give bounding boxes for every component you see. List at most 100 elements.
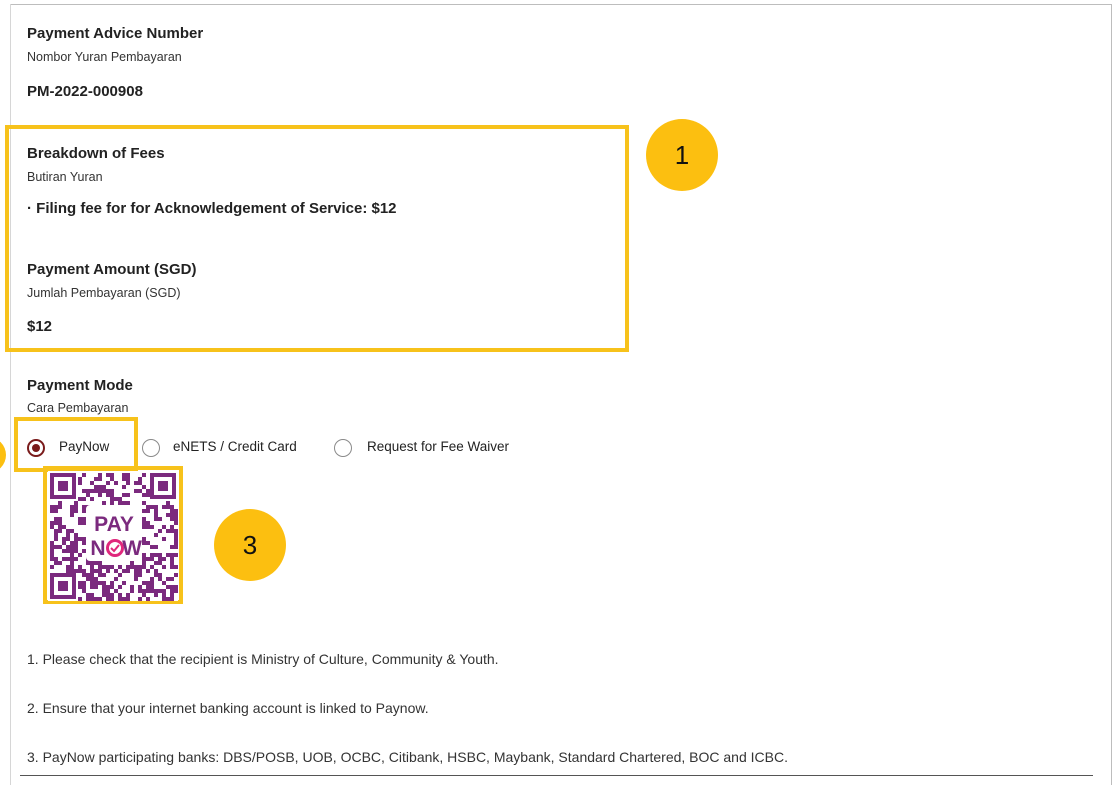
note-1: 1. Please check that the recipient is Mi… bbox=[27, 651, 499, 667]
qr-module bbox=[142, 521, 146, 525]
qr-module bbox=[106, 489, 110, 493]
qr-module bbox=[174, 513, 178, 517]
qr-module bbox=[82, 521, 86, 525]
qr-module bbox=[78, 581, 82, 585]
qr-module bbox=[170, 509, 174, 513]
qr-module bbox=[154, 593, 158, 597]
qr-module bbox=[138, 585, 142, 589]
qr-module bbox=[162, 505, 166, 509]
qr-module bbox=[154, 517, 158, 521]
qr-module bbox=[142, 589, 146, 593]
qr-module bbox=[98, 597, 102, 601]
radio-fee-waiver[interactable] bbox=[334, 439, 352, 457]
payment-amount-value: $12 bbox=[27, 318, 53, 335]
qr-module bbox=[82, 473, 86, 477]
qr-module bbox=[142, 581, 146, 585]
qr-module bbox=[94, 585, 98, 589]
radio-paynow[interactable] bbox=[27, 439, 45, 457]
panel-left-border bbox=[10, 4, 11, 785]
qr-module bbox=[82, 509, 86, 513]
qr-module bbox=[114, 589, 118, 593]
qr-module bbox=[114, 497, 118, 501]
qr-module bbox=[110, 477, 114, 481]
option-fee-waiver-label: Request for Fee Waiver bbox=[367, 439, 510, 454]
qr-module bbox=[142, 473, 146, 477]
qr-module bbox=[174, 565, 178, 569]
qr-module bbox=[174, 545, 178, 549]
qr-module bbox=[170, 529, 174, 533]
qr-module bbox=[154, 505, 158, 509]
note-3: 3. PayNow participating banks: DBS/POSB,… bbox=[27, 749, 788, 765]
qr-module bbox=[134, 489, 138, 493]
qr-module bbox=[118, 501, 122, 505]
qr-module bbox=[146, 489, 150, 493]
qr-module bbox=[54, 533, 58, 537]
qr-module bbox=[102, 573, 106, 577]
qr-module bbox=[150, 553, 154, 557]
qr-module bbox=[146, 585, 150, 589]
qr-module bbox=[146, 525, 150, 529]
qr-module bbox=[138, 569, 142, 573]
qr-module bbox=[158, 553, 162, 557]
qr-module bbox=[150, 565, 154, 569]
qr-module bbox=[170, 557, 174, 561]
qr-module bbox=[50, 541, 54, 545]
qr-module bbox=[126, 481, 130, 485]
qr-module bbox=[74, 533, 78, 537]
payment-mode-label: Payment Mode bbox=[27, 377, 133, 394]
payment-mode-sublabel: Cara Pembayaran bbox=[27, 401, 129, 415]
qr-module bbox=[98, 573, 102, 577]
qr-module bbox=[142, 509, 146, 513]
qr-module bbox=[118, 597, 122, 601]
qr-module bbox=[162, 557, 166, 561]
qr-module bbox=[146, 557, 150, 561]
qr-module bbox=[110, 497, 114, 501]
qr-module bbox=[142, 561, 146, 565]
qr-module bbox=[54, 557, 58, 561]
qr-module bbox=[134, 565, 138, 569]
qr-module bbox=[82, 589, 86, 593]
qr-module bbox=[106, 597, 110, 601]
qr-module bbox=[106, 589, 110, 593]
qr-module bbox=[78, 537, 82, 541]
qr-module bbox=[106, 493, 110, 497]
qr-module bbox=[78, 521, 82, 525]
qr-module bbox=[86, 597, 90, 601]
payment-advice-label: Payment Advice Number bbox=[27, 25, 204, 42]
qr-module bbox=[174, 533, 178, 537]
qr-module bbox=[122, 473, 126, 477]
qr-module bbox=[110, 593, 114, 597]
qr-module bbox=[166, 577, 170, 581]
qr-module bbox=[138, 589, 142, 593]
callout-badge-3: 3 bbox=[214, 509, 286, 581]
qr-module bbox=[70, 549, 74, 553]
qr-module bbox=[170, 577, 174, 581]
qr-module bbox=[50, 565, 54, 569]
qr-module bbox=[82, 489, 86, 493]
qr-module bbox=[90, 565, 94, 569]
qr-module bbox=[94, 581, 98, 585]
qr-module bbox=[98, 565, 102, 569]
qr-module bbox=[110, 473, 114, 477]
qr-module bbox=[154, 509, 158, 513]
qr-module bbox=[102, 585, 106, 589]
qr-module bbox=[154, 569, 158, 573]
qr-module bbox=[66, 549, 70, 553]
qr-module bbox=[134, 573, 138, 577]
qr-module bbox=[142, 553, 146, 557]
qr-module bbox=[126, 501, 130, 505]
qr-module bbox=[70, 541, 74, 545]
radio-enets[interactable] bbox=[142, 439, 160, 457]
qr-module bbox=[50, 525, 54, 529]
qr-module bbox=[126, 597, 130, 601]
qr-module bbox=[174, 517, 178, 521]
qr-module bbox=[86, 577, 90, 581]
qr-module bbox=[58, 501, 62, 505]
qr-module bbox=[50, 545, 54, 549]
qr-module bbox=[130, 585, 134, 589]
qr-module bbox=[146, 505, 150, 509]
qr-module bbox=[122, 581, 126, 585]
qr-module bbox=[158, 517, 162, 521]
qr-module bbox=[66, 529, 70, 533]
qr-module bbox=[162, 597, 166, 601]
